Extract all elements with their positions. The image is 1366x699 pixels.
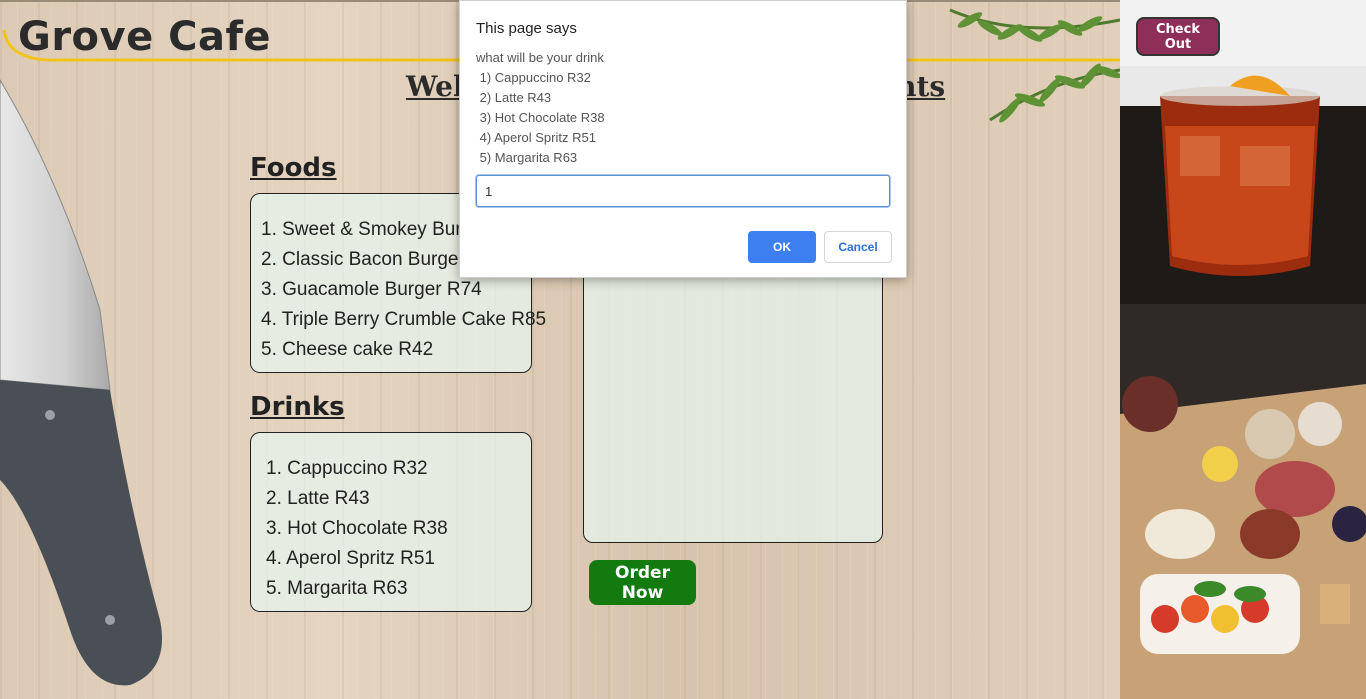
dialog-message-line: 3) Hot Chocolate R38 xyxy=(476,110,605,125)
drinks-menu: 1. Cappuccino R32 2. Latte R43 3. Hot Ch… xyxy=(250,432,532,612)
drink-item: 1. Cappuccino R32 xyxy=(266,458,428,479)
drink-item: 3. Hot Chocolate R38 xyxy=(266,518,448,539)
dialog-message-line: 4) Aperol Spritz R51 xyxy=(476,130,596,145)
cocktail-photo xyxy=(1120,66,1366,304)
order-summary-box xyxy=(583,250,883,543)
dialog-message-line: 2) Latte R43 xyxy=(476,90,552,105)
dialog-message-line: 5) Margarita R63 xyxy=(476,150,578,165)
dialog-title: This page says xyxy=(476,20,577,37)
drink-item: 4. Aperol Spritz R51 xyxy=(266,548,435,569)
dialog-message-line: 1) Cappuccino R32 xyxy=(476,70,591,85)
welcome-heading: Wel xyxy=(406,70,464,103)
rosemary-image xyxy=(949,8,1120,123)
check-out-button[interactable]: Check Out xyxy=(1136,17,1220,56)
prompt-dialog: This page says what will be your drink 1… xyxy=(459,0,907,278)
ok-button[interactable]: OK xyxy=(748,231,816,263)
drinks-heading: Drinks xyxy=(250,392,345,422)
drink-item: 5. Margarita R63 xyxy=(266,578,408,599)
site-logo[interactable]: Grove Cafe xyxy=(18,14,271,60)
dialog-message: what will be your drink 1) Cappuccino R3… xyxy=(476,50,605,170)
food-item: 5. Cheese cake R42 xyxy=(261,339,434,360)
knife-image xyxy=(0,79,162,686)
foods-heading: Foods xyxy=(250,153,337,183)
food-item: 3. Guacamole Burger R74 xyxy=(261,279,482,300)
dialog-message-line: what will be your drink xyxy=(476,50,604,65)
dialog-input[interactable] xyxy=(476,175,890,207)
platter-photo xyxy=(1120,304,1366,699)
order-now-button[interactable]: Order Now xyxy=(589,560,696,605)
food-item: 4. Triple Berry Crumble Cake R85 xyxy=(261,309,547,330)
cancel-button[interactable]: Cancel xyxy=(824,231,892,263)
drink-item: 2. Latte R43 xyxy=(266,488,370,509)
